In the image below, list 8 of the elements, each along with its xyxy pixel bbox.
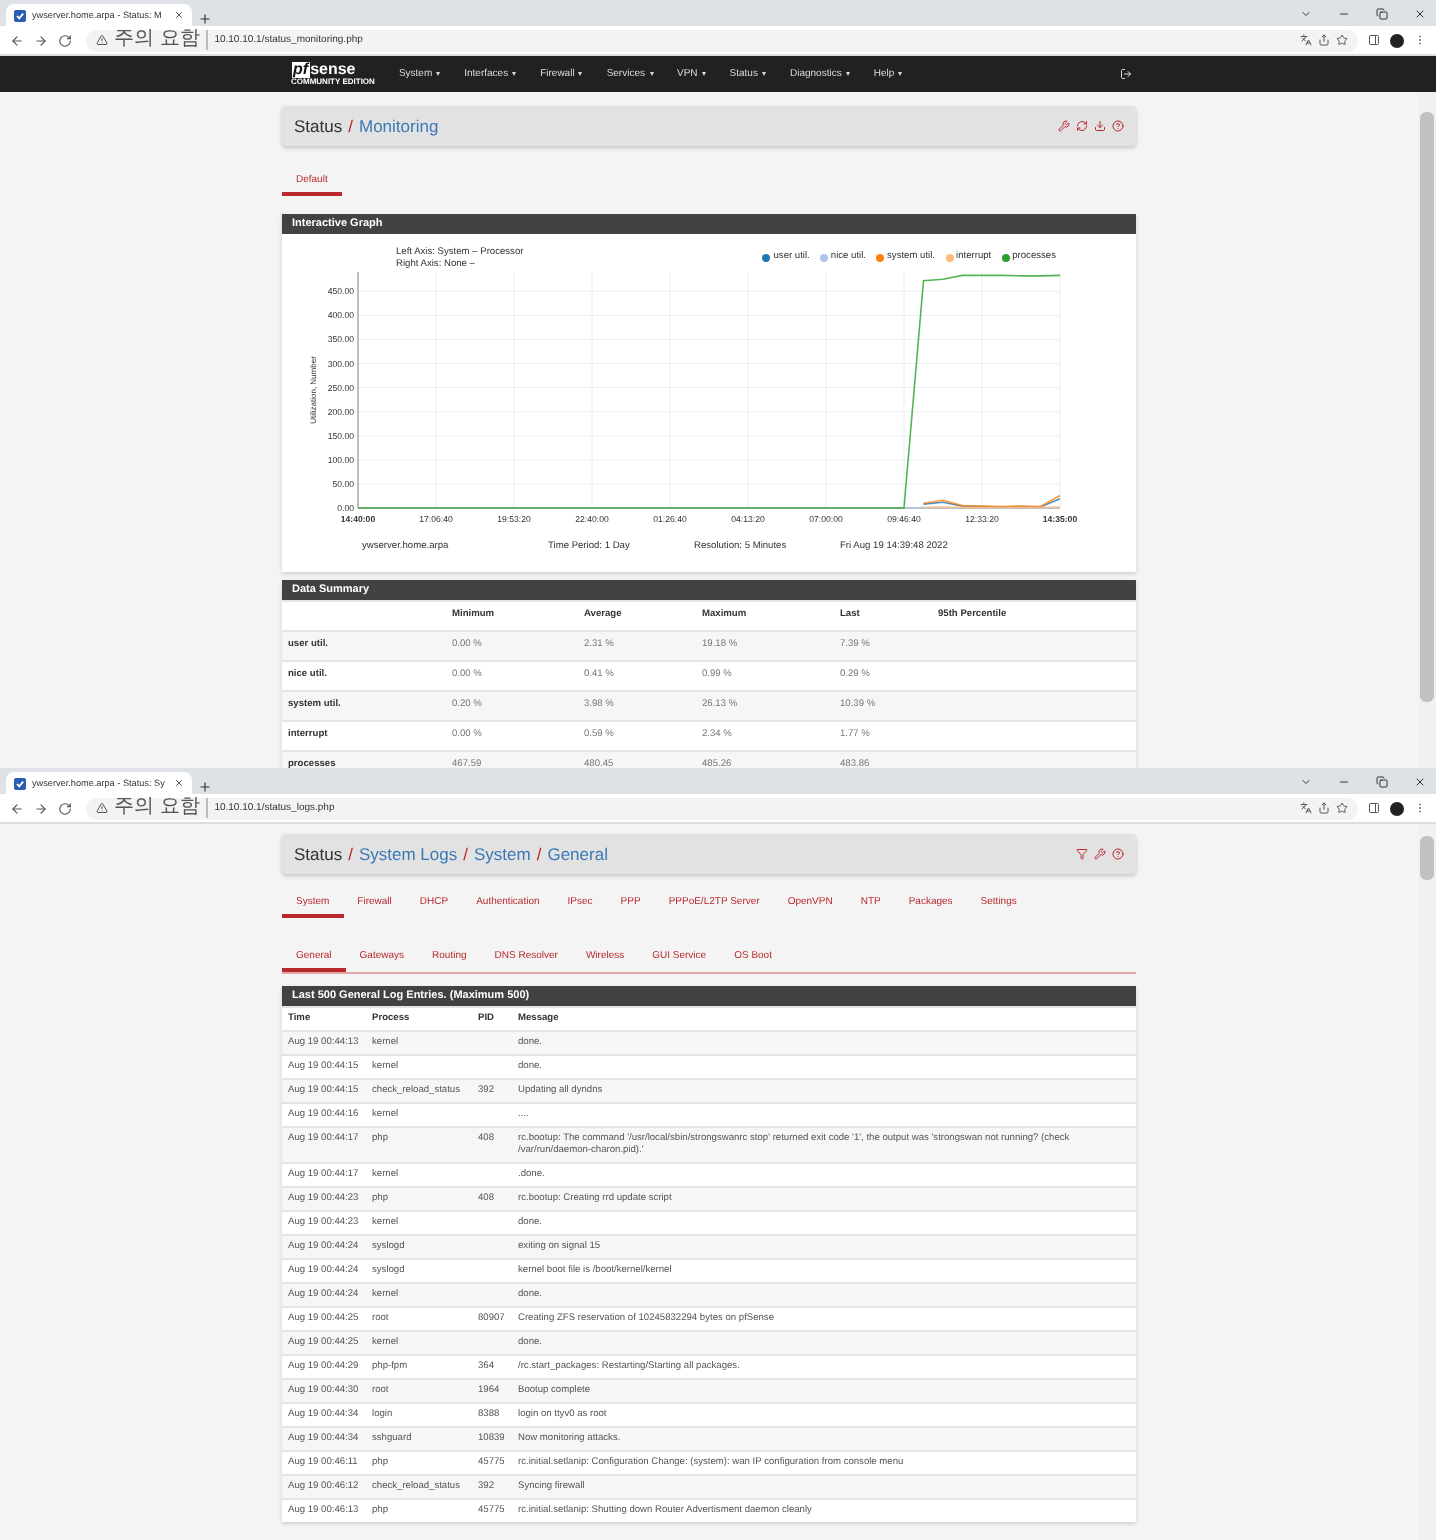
security-label: 주의 요함	[114, 798, 209, 818]
breadcrumb-separator: /	[536, 844, 542, 864]
breadcrumb-separator: /	[348, 116, 353, 136]
breadcrumb-separator: /	[348, 844, 353, 864]
breadcrumb-separator: /	[463, 844, 468, 864]
breadcrumb-text: Status	[294, 844, 343, 864]
security-label: 주의 요함	[114, 30, 209, 50]
breadcrumb-text: Status	[294, 116, 343, 136]
